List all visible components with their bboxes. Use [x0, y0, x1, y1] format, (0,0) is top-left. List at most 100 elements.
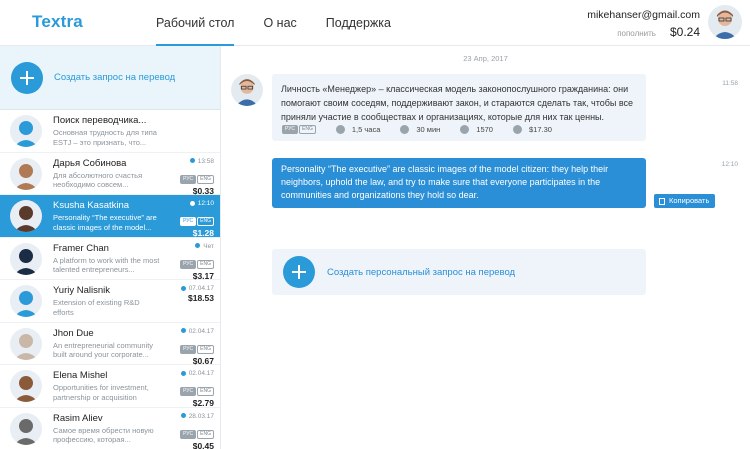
- chars-value: 1570: [476, 125, 493, 134]
- chat-time: 28.03.17: [158, 413, 214, 420]
- chat-preview: Extension of existing R&D efforts: [53, 298, 140, 317]
- chat-avatar: [10, 285, 42, 317]
- chat-preview: An entrepreneurial community built aroun…: [53, 340, 154, 360]
- chat-meta: 07.04.17 $18.53: [158, 285, 214, 303]
- unread-dot-icon: [189, 158, 195, 164]
- unread-dot-icon: [180, 285, 186, 291]
- copy-label: Копировать: [669, 196, 710, 205]
- create-personal-request[interactable]: Создать персональный запрос на перевод: [272, 249, 646, 295]
- lang-source: РУС: [180, 429, 197, 439]
- copy-icon: [659, 197, 665, 205]
- outgoing-message: Personality “The executive” are classic …: [272, 158, 646, 208]
- create-personal-label[interactable]: Создать персональный запрос на перевод: [327, 267, 515, 278]
- chat-time: 07.04.17: [158, 285, 214, 292]
- chat-meta: Чет РУС ENG $3.17: [158, 243, 214, 281]
- user-balance: $0.24: [669, 25, 700, 39]
- plus-icon[interactable]: [283, 256, 315, 288]
- plus-icon[interactable]: [11, 62, 43, 94]
- create-request-row[interactable]: Создать запрос на перевод: [0, 46, 220, 110]
- language-pair: РУС ENG: [158, 209, 214, 227]
- chat-preview: Personality “The executive” are classic …: [53, 213, 157, 232]
- chat-price: $0.33: [192, 185, 214, 196]
- unread-dot-icon: [180, 413, 186, 419]
- unread-dot-icon: [180, 370, 186, 376]
- chat-avatar: [10, 327, 42, 360]
- chat-avatar: [10, 242, 42, 275]
- chat-item[interactable]: Yuriy Nalisnik Extension of existing R&D…: [0, 280, 220, 323]
- chat-name: Elena Mishel: [53, 370, 108, 381]
- chat-name: Поиск переводчика...: [53, 115, 147, 126]
- user-avatar[interactable]: [708, 5, 742, 39]
- chat-price: $3.17: [192, 270, 214, 281]
- characters-icon: [460, 125, 470, 134]
- chat-avatar: [10, 115, 42, 147]
- chat-item[interactable]: Ksusha Kasatkina Personality “The execut…: [0, 195, 220, 238]
- cost-value: $17.30: [528, 125, 552, 134]
- lang-target: ENG: [197, 344, 214, 354]
- chat-preview: Для абсолютного счастья необходимо совсе…: [53, 170, 143, 190]
- lang-source: РУС: [282, 125, 299, 134]
- chat-time: 13:58: [158, 158, 214, 165]
- chat-preview: Самое время обрести новую профессию, кот…: [53, 425, 154, 445]
- unread-dot-icon: [180, 328, 186, 334]
- nav-item-about[interactable]: О нас: [263, 0, 296, 46]
- chat-item[interactable]: Поиск переводчика... Основная трудность …: [0, 110, 220, 153]
- chat-list: Поиск переводчика... Основная трудность …: [0, 110, 220, 449]
- chat-name: Jhon Due: [53, 327, 94, 339]
- conversation-date: 23 Апр, 2017: [463, 54, 508, 63]
- user-email[interactable]: mikehanser@gmail.com: [587, 9, 700, 21]
- clock-icon: [335, 125, 345, 134]
- chat-price: $0.67: [192, 355, 214, 366]
- lang-target: ENG: [197, 259, 214, 269]
- textra-logo[interactable]: Textra: [32, 12, 83, 32]
- lang-target: ENG: [197, 429, 214, 439]
- chat-price: $18.53: [188, 293, 214, 303]
- lang-target: ENG: [299, 125, 316, 134]
- lang-source: РУС: [180, 387, 197, 396]
- chat-preview: A platform to work with the most talente…: [53, 255, 160, 275]
- unread-dot-icon: [189, 200, 195, 206]
- topup-link[interactable]: пополнить: [617, 29, 656, 38]
- chat-preview: Opportunities for investment, partnershi…: [53, 383, 149, 402]
- copy-button[interactable]: Копировать: [654, 194, 716, 208]
- chat-item[interactable]: Framer Chan A platform to work with the …: [0, 238, 220, 281]
- chat-avatar: [10, 370, 42, 402]
- create-request-label[interactable]: Создать запрос на перевод: [54, 72, 175, 83]
- chat-avatar: [10, 412, 42, 445]
- lang-target: ENG: [197, 387, 214, 396]
- lang-source: РУС: [180, 174, 197, 184]
- incoming-message-text: Личность «Менеджер» – классическая модел…: [281, 84, 634, 122]
- conversation-pane: 23 Апр, 2017 Личность «Менеджер» – класс…: [221, 46, 750, 449]
- request-stats: РУС ENG 1,5 часа 30 мин 1570 $17.30: [281, 125, 572, 134]
- nav-item-dashboard[interactable]: Рабочий стол: [156, 0, 235, 46]
- chat-time: 02.04.17: [158, 328, 214, 335]
- chat-time: Чет: [158, 243, 214, 250]
- main-nav: Рабочий стол О нас Поддержка: [156, 0, 420, 46]
- language-pair: РУС ENG: [158, 252, 214, 270]
- chat-name: Yuriy Nalisnik: [53, 285, 111, 296]
- lang-source: РУС: [180, 259, 197, 269]
- chat-price: $0.45: [192, 440, 214, 449]
- chat-meta: 12:10 РУС ENG $1.28: [158, 200, 214, 238]
- chat-name: Дарья Собинова: [53, 157, 127, 169]
- outgoing-message-text: Personality “The executive” are classic …: [281, 164, 609, 200]
- chat-item[interactable]: Rasim Aliev Самое время обрести новую пр…: [0, 408, 220, 449]
- lang-source: РУС: [180, 217, 197, 226]
- chat-item[interactable]: Elena Mishel Opportunities for investmen…: [0, 365, 220, 408]
- language-pair: РУС ENG: [158, 167, 214, 185]
- chat-time: 12:10: [158, 200, 214, 207]
- duration-value: 1,5 часа: [351, 125, 381, 134]
- nav-item-support[interactable]: Поддержка: [326, 0, 391, 46]
- language-pair: РУС ENG: [158, 422, 214, 440]
- lang-target: ENG: [197, 174, 214, 184]
- chat-avatar: [10, 200, 42, 232]
- eta-value: 30 мин: [416, 125, 441, 134]
- chat-sidebar: Создать запрос на перевод Поиск переводч…: [0, 46, 221, 449]
- chat-item[interactable]: Jhon Due An entrepreneurial community bu…: [0, 323, 220, 366]
- lang-source: РУС: [180, 344, 197, 354]
- chat-meta: 02.04.17 РУС ENG $2.79: [158, 370, 214, 408]
- chat-item[interactable]: Дарья Собинова Для абсолютного счастья н…: [0, 153, 220, 196]
- chat-meta: 02.04.17 РУС ENG $0.67: [158, 328, 214, 366]
- outgoing-time: 12:10: [721, 161, 738, 168]
- language-pair: РУС ENG: [281, 125, 316, 134]
